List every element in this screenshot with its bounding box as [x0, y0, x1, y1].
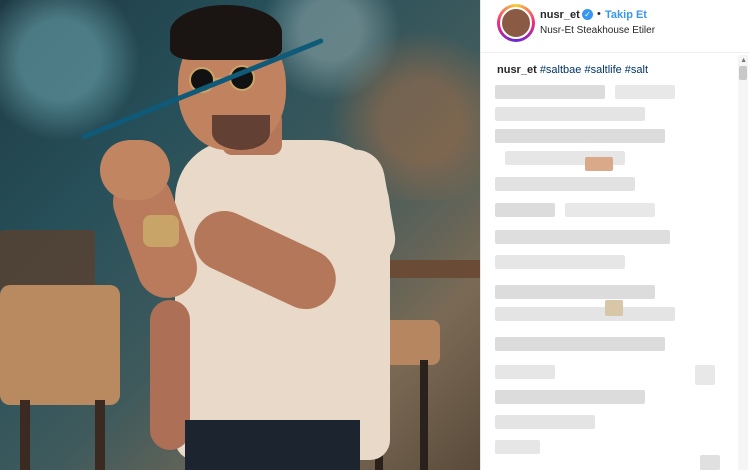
- scroll-up-arrow-icon[interactable]: ▲: [740, 57, 747, 64]
- chair-leg: [20, 400, 30, 470]
- person-arm: [150, 300, 190, 450]
- background-table: [0, 230, 95, 290]
- separator-dot: •: [597, 8, 601, 20]
- comments-scrollbar[interactable]: [738, 55, 748, 470]
- follow-button[interactable]: Takip Et: [605, 9, 647, 21]
- person-hair: [170, 5, 282, 60]
- post-username[interactable]: nusr_et: [540, 9, 580, 21]
- avatar[interactable]: [500, 7, 532, 39]
- background-chair: [0, 285, 120, 405]
- pixelated-comments: [495, 85, 735, 470]
- person-beard: [212, 115, 270, 150]
- person-hand: [100, 140, 170, 200]
- scrollbar-thumb[interactable]: [739, 66, 747, 80]
- verified-badge-icon: ✓: [582, 9, 593, 20]
- post-header: nusr_et ✓ • Takip Et Nusr-Et Steakhouse …: [481, 0, 750, 53]
- chair-leg: [95, 400, 105, 470]
- post-side-panel: nusr_et ✓ • Takip Et Nusr-Et Steakhouse …: [480, 0, 750, 470]
- chair-leg: [420, 360, 428, 470]
- caption-hashtags[interactable]: #saltbae #saltlife #salt: [540, 64, 648, 76]
- wristwatch: [143, 215, 179, 247]
- background-table: [380, 260, 480, 278]
- instagram-post: nusr_et ✓ • Takip Et Nusr-Et Steakhouse …: [0, 0, 750, 470]
- post-caption: nusr_et #saltbae #saltlife #salt: [497, 64, 648, 76]
- post-location[interactable]: Nusr-Et Steakhouse Etiler: [540, 25, 655, 36]
- post-photo[interactable]: [0, 0, 480, 470]
- caption-username[interactable]: nusr_et: [497, 64, 537, 76]
- person-pants: [185, 420, 360, 470]
